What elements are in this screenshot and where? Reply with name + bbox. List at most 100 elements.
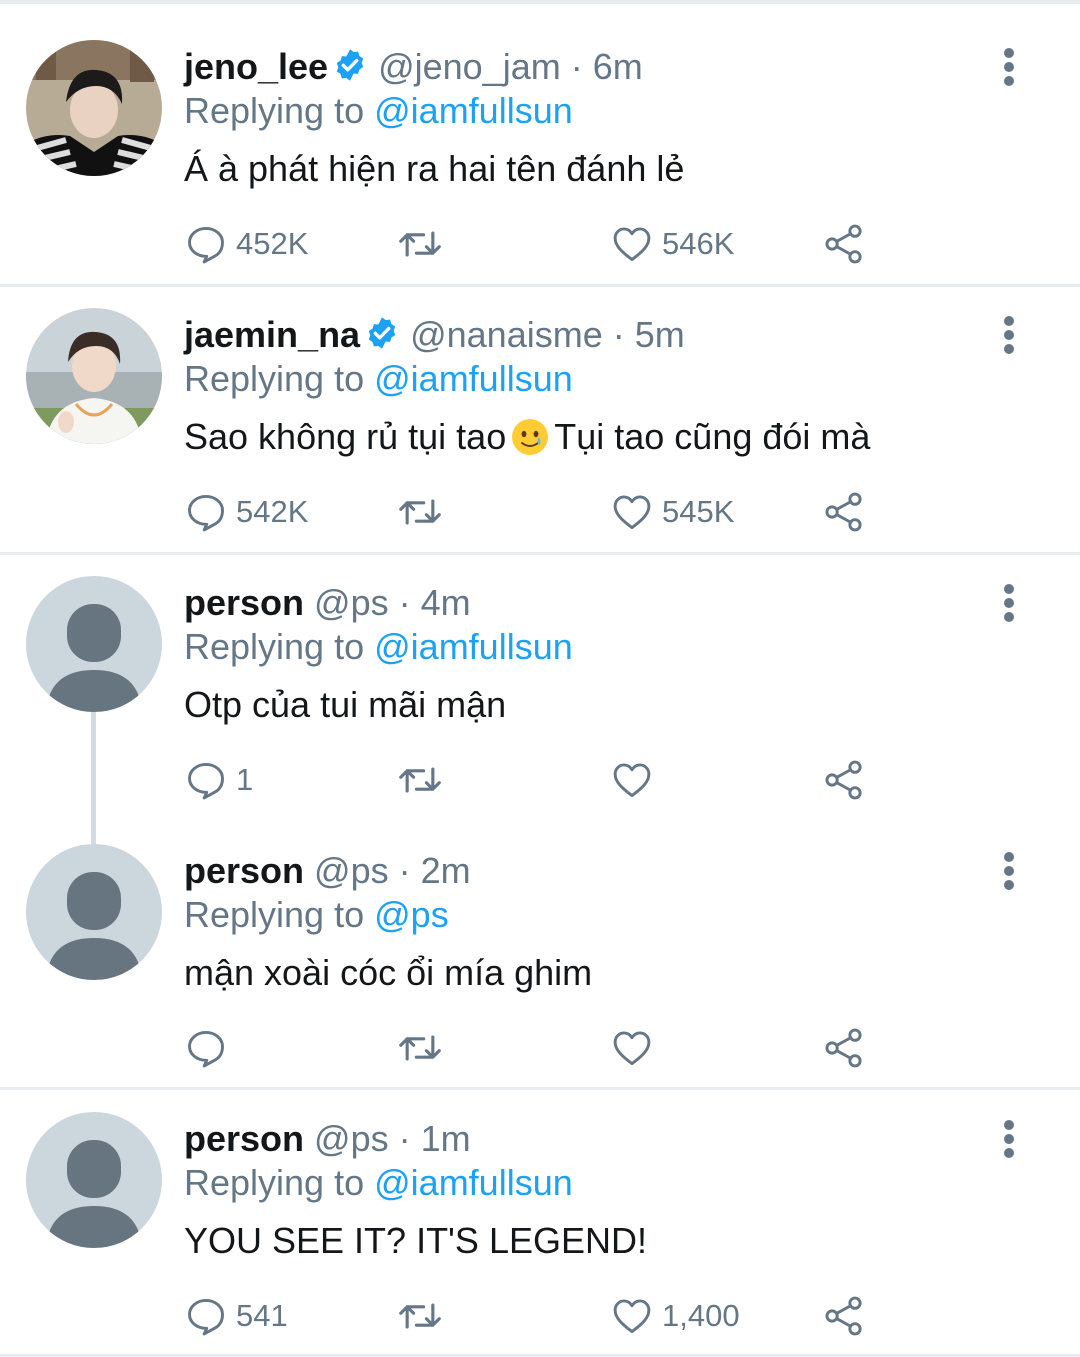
tweet-header: person @ps · 4m [184, 580, 471, 626]
verified-badge-icon [364, 315, 400, 362]
replying-prefix: Replying to [184, 1162, 365, 1203]
timestamp[interactable]: 6m [593, 46, 643, 87]
retweet-icon [396, 222, 444, 266]
like-button[interactable]: 1,400 [610, 1290, 740, 1342]
reply-button[interactable]: 452K [184, 218, 308, 270]
verified-badge-icon [332, 47, 368, 94]
like-icon [610, 1294, 654, 1338]
like-button[interactable] [610, 1022, 662, 1074]
retweet-icon [396, 1026, 444, 1070]
tweet-text: Otp của tui mãi mận [184, 684, 507, 725]
tweet-header: person @ps · 1m [184, 1116, 471, 1162]
retweet-icon [396, 1294, 444, 1338]
display-name[interactable]: jeno_lee [184, 46, 328, 87]
like-button[interactable]: 546K [610, 218, 734, 270]
share-icon [822, 1294, 866, 1338]
replying-prefix: Replying to [184, 894, 365, 935]
tweet-actions: 542K 545K [184, 486, 884, 538]
avatar-jaemin-na[interactable] [26, 308, 162, 444]
share-button[interactable] [822, 754, 866, 806]
reply-count: 1 [236, 762, 254, 797]
tweet-header: jaemin_na @nanaisme · 5m [184, 312, 685, 362]
separator-dot: · [398, 850, 411, 891]
separator-dot: · [398, 582, 411, 623]
reply-button[interactable] [184, 1022, 236, 1074]
tweet-person-2[interactable]: person @ps · 2m Replying to @ps mận xoài … [0, 804, 1080, 1090]
default-avatar[interactable] [26, 576, 162, 712]
retweet-button[interactable] [396, 218, 452, 270]
handle[interactable]: @ps [314, 850, 389, 891]
reply-icon [184, 1026, 228, 1070]
like-icon [610, 490, 654, 534]
tweet-jaemin-na[interactable]: jaemin_na @nanaisme · 5m Replying to @iam… [0, 268, 1080, 554]
like-count: 1,400 [662, 1298, 740, 1333]
retweet-button[interactable] [396, 1290, 452, 1342]
like-button[interactable]: 545K [610, 486, 734, 538]
replying-to-link[interactable]: @iamfullsun [374, 90, 573, 131]
handle[interactable]: @jeno_jam [378, 46, 561, 87]
retweet-icon [396, 490, 444, 534]
retweet-button[interactable] [396, 486, 452, 538]
reply-button[interactable]: 1 [184, 754, 253, 806]
reply-icon [184, 222, 228, 266]
display-name[interactable]: person [184, 850, 304, 891]
reply-count: 542K [236, 494, 309, 529]
timestamp[interactable]: 5m [635, 314, 685, 355]
handle[interactable]: @ps [314, 582, 389, 623]
more-options-icon[interactable] [996, 1120, 1022, 1158]
display-name[interactable]: jaemin_na [184, 314, 360, 355]
like-count: 545K [662, 494, 735, 529]
replying-to-link[interactable]: @iamfullsun [374, 1162, 573, 1203]
replying-line: Replying to @iamfullsun [184, 1160, 573, 1206]
more-options-icon[interactable] [996, 584, 1022, 622]
share-icon [822, 490, 866, 534]
reply-button[interactable]: 542K [184, 486, 308, 538]
tweet-header: jeno_lee @jeno_jam · 6m [184, 44, 643, 94]
share-icon [822, 758, 866, 802]
handle[interactable]: @ps [314, 1118, 389, 1159]
avatar-jeno-lee[interactable] [26, 40, 162, 176]
more-options-icon[interactable] [996, 852, 1022, 890]
share-button[interactable] [822, 218, 866, 270]
tweet-text: mận xoài cóc ổi mía ghim [184, 952, 593, 993]
tweet-text-part-2: Tụi tao cũng đói mà [554, 416, 871, 457]
tweet-jeno-lee[interactable]: jeno_lee @jeno_jam · 6m Replying to @iamf… [0, 0, 1080, 286]
reply-button[interactable]: 541 [184, 1290, 288, 1342]
replying-to-link[interactable]: @ps [374, 894, 449, 935]
more-options-icon[interactable] [996, 316, 1022, 354]
handle[interactable]: @nanaisme [410, 314, 603, 355]
separator-dot: · [570, 46, 583, 87]
timestamp[interactable]: 2m [421, 850, 471, 891]
share-button[interactable] [822, 1290, 866, 1342]
tweet-text-part-1: Sao không rủ tụi tao [184, 416, 507, 457]
like-count: 546K [662, 226, 735, 261]
tweet-actions [184, 1022, 884, 1074]
tweet-text: YOU SEE IT? IT'S LEGEND! [184, 1220, 647, 1261]
share-button[interactable] [822, 486, 866, 538]
replying-to-link[interactable]: @iamfullsun [374, 626, 573, 667]
reply-icon [184, 490, 228, 534]
tweet-actions: 452K 546K [184, 218, 884, 270]
tweet-actions: 541 1,400 [184, 1290, 884, 1342]
tweet-text: Sao không rủ tụi tao Tụi tao cũng đói mà [184, 414, 870, 468]
share-icon [822, 222, 866, 266]
replying-to-link[interactable]: @iamfullsun [374, 358, 573, 399]
like-button[interactable] [610, 754, 662, 806]
tweet-person-1[interactable]: person @ps · 4m Replying to @iamfullsun O… [0, 536, 1080, 804]
display-name[interactable]: person [184, 582, 304, 623]
reply-count: 452K [236, 226, 309, 261]
default-avatar[interactable] [26, 1112, 162, 1248]
reply-count: 541 [236, 1298, 288, 1333]
default-avatar[interactable] [26, 844, 162, 980]
retweet-button[interactable] [396, 1022, 452, 1074]
like-icon [610, 1026, 654, 1070]
replying-line: Replying to @iamfullsun [184, 624, 573, 670]
share-button[interactable] [822, 1022, 866, 1074]
tweet-person-3[interactable]: person @ps · 1m Replying to @iamfullsun Y… [0, 1072, 1080, 1357]
timestamp[interactable]: 4m [421, 582, 471, 623]
retweet-button[interactable] [396, 754, 452, 806]
display-name[interactable]: person [184, 1118, 304, 1159]
like-icon [610, 758, 654, 802]
timestamp[interactable]: 1m [421, 1118, 471, 1159]
more-options-icon[interactable] [996, 48, 1022, 86]
